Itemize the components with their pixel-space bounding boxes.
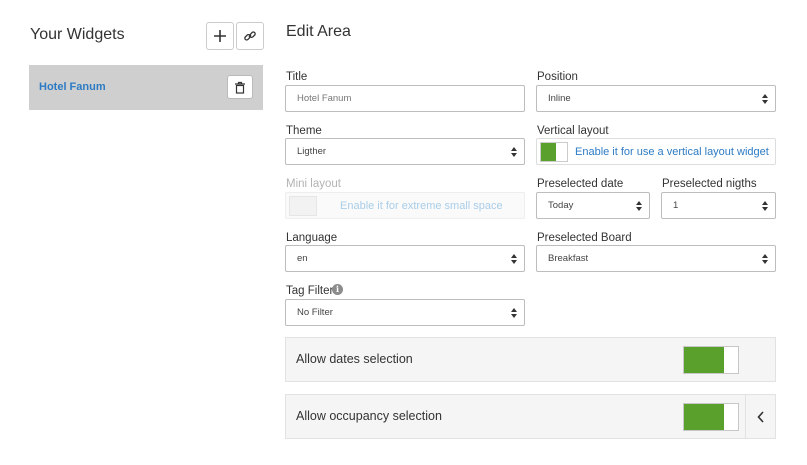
vertical-layout-text: Enable it for use a vertical layout widg… [575, 146, 769, 158]
mini-layout-label: Mini layout [286, 178, 341, 190]
link-icon [244, 31, 256, 41]
vertical-layout-toggle[interactable] [540, 142, 568, 162]
widget-name[interactable]: Hotel Fanum [39, 81, 106, 93]
widgets-title: Your Widgets [30, 26, 125, 43]
preselected-board-select[interactable]: Breakfast [536, 245, 776, 272]
title-input-value: Hotel Fanum [297, 93, 352, 104]
link-widget-button[interactable] [236, 22, 264, 50]
theme-label: Theme [286, 125, 322, 137]
select-arrows-icon [762, 201, 768, 211]
preselected-nights-value: 1 [673, 200, 679, 211]
select-arrows-icon [511, 308, 517, 318]
allow-occupancy-label: Allow occupancy selection [296, 409, 442, 423]
position-value: Inline [548, 93, 571, 104]
position-label: Position [537, 71, 578, 83]
language-label: Language [286, 232, 338, 244]
tag-filter-select[interactable]: No Filter [285, 299, 525, 326]
select-arrows-icon [511, 147, 517, 157]
preselected-date-value: Today [548, 200, 574, 211]
vertical-layout-label: Vertical layout [537, 125, 609, 137]
title-input[interactable]: Hotel Fanum [285, 85, 525, 112]
plus-icon [214, 30, 226, 42]
language-select[interactable]: en [285, 245, 525, 272]
delete-widget-button[interactable] [227, 75, 253, 99]
title-label: Title [286, 71, 308, 83]
preselected-date-select[interactable]: Today [536, 192, 650, 219]
preselected-board-label: Preselected Board [537, 232, 632, 244]
info-icon[interactable]: i [332, 284, 343, 295]
expand-occupancy-button[interactable] [745, 395, 775, 438]
mini-layout-toggle-box: Enable it for extreme small space [285, 192, 525, 219]
position-select[interactable]: Inline [536, 85, 776, 112]
select-arrows-icon [636, 201, 642, 211]
mini-layout-text: Enable it for extreme small space [340, 200, 503, 212]
language-value: en [297, 253, 308, 264]
theme-select[interactable]: Ligther [285, 138, 525, 165]
vertical-layout-toggle-box[interactable]: Enable it for use a vertical layout widg… [536, 138, 776, 165]
preselected-date-label: Preselected date [537, 178, 624, 190]
preselected-nights-select[interactable]: 1 [661, 192, 776, 219]
trash-icon [235, 81, 245, 94]
allow-occupancy-toggle[interactable] [683, 403, 739, 431]
chevron-left-icon [756, 410, 764, 423]
add-widget-button[interactable] [206, 22, 234, 50]
tag-filter-label: Tag Filter [286, 285, 334, 297]
preselected-nights-label: Preselected nigths [662, 178, 757, 190]
allow-dates-toggle[interactable] [683, 346, 739, 374]
select-arrows-icon [762, 94, 768, 104]
tag-filter-value: No Filter [297, 307, 333, 318]
mini-layout-toggle [289, 196, 317, 216]
edit-area-title: Edit Area [286, 23, 351, 40]
allow-dates-label: Allow dates selection [296, 352, 413, 366]
widget-list-item[interactable]: Hotel Fanum [29, 65, 263, 110]
select-arrows-icon [762, 254, 768, 264]
preselected-board-value: Breakfast [548, 253, 589, 264]
allow-occupancy-panel: Allow occupancy selection [285, 394, 776, 439]
theme-value: Ligther [297, 146, 327, 157]
allow-dates-panel: Allow dates selection [285, 337, 776, 382]
select-arrows-icon [511, 254, 517, 264]
